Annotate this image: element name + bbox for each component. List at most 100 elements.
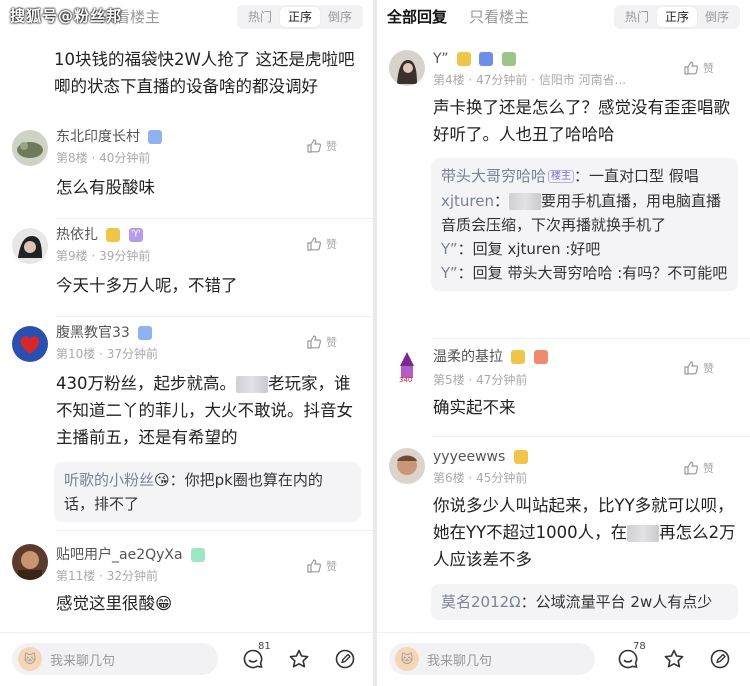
reply-text: ：公域流量平台 2w人有点少 [520, 593, 713, 611]
like-label: 赞 [326, 238, 337, 251]
comment-text: 感觉这里很酸😁 [56, 594, 173, 613]
like-button[interactable]: 赞 [306, 334, 337, 350]
sort-asc[interactable]: 正序 [656, 7, 697, 27]
like-label: 赞 [703, 362, 714, 375]
bottom-action-bar: 🐱 我来聊几句 81 [0, 632, 373, 686]
like-button[interactable]: 赞 [306, 236, 337, 252]
reply-line: Y”：回复 xjturen :好吧 [441, 237, 728, 261]
reply-username[interactable]: 带头大哥穷哈哈 [441, 167, 546, 185]
divider [433, 338, 750, 339]
comment-input-placeholder: 我来聊几句 [427, 653, 493, 669]
like-button[interactable]: 赞 [306, 558, 337, 574]
reply-text: ：回复 xjturen :好吧 [457, 239, 601, 258]
thumb-up-icon [684, 361, 699, 375]
left-screen: 只看楼主 热门 正序 倒序 10块钱的福袋快2W人抢了 这还是虎啦吧唧的状态下直… [0, 0, 373, 686]
zodiac-aries-icon: ♈ [128, 228, 143, 242]
like-button[interactable]: 赞 [306, 138, 337, 154]
reply-preview[interactable]: 莫名2012Ω：公域流量平台 2w人有点少 [431, 584, 738, 620]
vip-diamond-icon [457, 52, 472, 66]
comment-text: 怎么有股酸味 [56, 178, 155, 197]
reply-line: 带头大哥穷哈哈 楼主 ：一直对口型 假唱 [441, 164, 728, 189]
edit-compose-icon[interactable] [334, 648, 356, 670]
username[interactable]: 贴吧用户_ae2QyXa [56, 547, 183, 563]
comment-text: 声卡换了还是怎么了？感觉没有歪歪唱歌好听了。人也丑了哈哈哈 [433, 98, 730, 144]
blurred-name [509, 192, 542, 210]
like-label: 赞 [326, 336, 337, 349]
post-time: 37分钟前 [106, 347, 159, 361]
reply-username[interactable]: Y” [441, 240, 458, 258]
divider [56, 218, 373, 219]
reply-line: Y”：回复 带头大哥穷哈哈 :有吗？不可能吧 [441, 261, 728, 285]
post-time: 47分钟前 [476, 373, 528, 387]
avatar[interactable] [12, 130, 48, 166]
sort-hot[interactable]: 热门 [617, 7, 657, 27]
avatar[interactable] [389, 50, 425, 86]
username[interactable]: 东北印度长村 [56, 129, 140, 145]
avatar[interactable] [12, 544, 48, 580]
comment-input[interactable]: 🐱 我来聊几句 [389, 643, 595, 675]
sort-desc[interactable]: 倒序 [697, 7, 737, 27]
post-time: 39分钟前 [99, 249, 151, 263]
avatar[interactable] [12, 228, 48, 264]
thumb-up-icon [307, 335, 322, 349]
username[interactable]: 热依扎 [56, 227, 98, 243]
tab-owner-only[interactable]: 只看楼主 [469, 7, 529, 27]
comment-input[interactable]: 🐱 我来聊几句 [12, 643, 218, 675]
level-badge-icon [138, 326, 153, 340]
floor-number: 第6楼 [433, 471, 465, 485]
reply-username[interactable]: Y” [441, 264, 458, 282]
star-favorite-icon[interactable] [288, 648, 310, 670]
like-button[interactable]: 赞 [683, 60, 714, 76]
reply-preview[interactable]: 听歌的小粉丝😘：你把pk圈也算在内的话，排不了 [54, 462, 361, 522]
avatar[interactable] [389, 448, 425, 484]
username[interactable]: yyyeewws [433, 449, 505, 465]
reply-username[interactable]: 听歌的小粉丝 [64, 471, 154, 489]
reply-text: ：回复 带头大哥穷哈哈 :有吗？不可能吧 [457, 263, 728, 282]
divider [56, 530, 373, 531]
star-favorite-icon[interactable] [663, 648, 685, 670]
reply-line: xjturen： 要用手机直播，用电脑直播音质会压缩，下次再播就换手机了 [441, 191, 722, 234]
like-label: 赞 [326, 140, 337, 153]
owner-tag: 楼主 [548, 169, 575, 183]
thumb-up-icon [684, 61, 699, 75]
avatar[interactable]: 340 [389, 348, 425, 384]
thumb-up-icon [307, 237, 322, 251]
like-label: 赞 [326, 560, 337, 573]
username[interactable]: 温柔的基拉 [433, 349, 503, 365]
vip-diamond-icon [513, 450, 528, 464]
comment-count: 78 [633, 641, 646, 652]
post-time: 32分钟前 [106, 569, 159, 583]
reply-username[interactable]: xjturen [441, 192, 494, 210]
divider [433, 436, 750, 437]
thumb-up-icon [307, 559, 322, 573]
reply-username[interactable]: 莫名2012Ω [441, 593, 521, 611]
sort-desc[interactable]: 倒序 [320, 7, 360, 27]
level-badge-icon [148, 130, 163, 144]
comment-text: 你说多少人叫站起来，比YY多就可以呗，她在YY不超过1000人，在 再怎么2万人应… [433, 496, 736, 569]
comment-input-placeholder: 我来聊几句 [50, 653, 116, 669]
sort-asc[interactable]: 正序 [279, 7, 320, 27]
divider [56, 316, 373, 317]
post-time: 47分钟前 [476, 73, 528, 87]
floor-number: 第5楼 [433, 373, 465, 387]
post-time: 40分钟前 [99, 151, 151, 165]
username[interactable]: 腹黑教官33 [56, 325, 130, 341]
floor-number: 第4楼 [433, 73, 465, 87]
user-avatar-icon: 🐱 [18, 647, 42, 671]
vip-diamond-icon [106, 228, 121, 242]
like-button[interactable]: 赞 [683, 460, 714, 476]
floor-number: 第10楼 [56, 347, 96, 361]
sort-hot[interactable]: 热门 [240, 7, 280, 27]
tab-all-replies[interactable]: 全部回复 [387, 7, 447, 27]
edit-compose-icon[interactable] [709, 648, 731, 670]
sort-switch: 热门 正序 倒序 [613, 5, 740, 29]
like-label: 赞 [703, 62, 714, 75]
reply-preview[interactable]: 带头大哥穷哈哈 楼主 ：一直对口型 假唱 xjturen： 要用手机直播，用电脑直播音… [431, 158, 738, 291]
like-button[interactable]: 赞 [683, 360, 714, 376]
post-time: 45分钟前 [476, 471, 528, 485]
location: 信阳市 河南省... [538, 73, 627, 87]
vip-diamond-icon [511, 350, 526, 364]
avatar[interactable] [12, 326, 48, 362]
username[interactable]: Y” [433, 51, 449, 67]
game-badge-icon [533, 350, 548, 364]
